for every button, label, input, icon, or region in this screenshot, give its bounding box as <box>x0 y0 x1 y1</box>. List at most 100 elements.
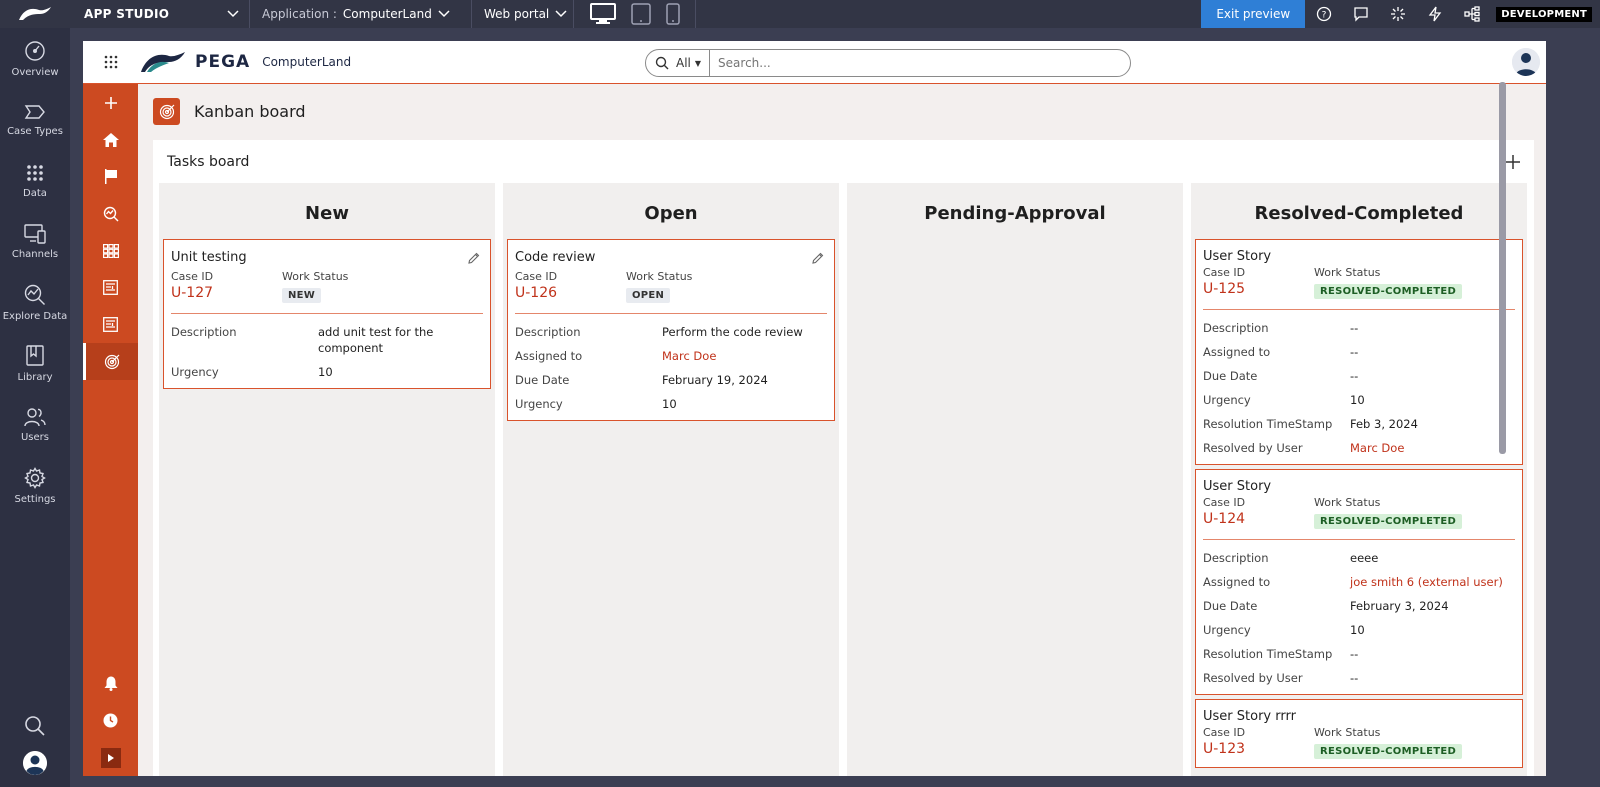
page-scrollbar[interactable] <box>1499 82 1506 454</box>
search-scope-dropdown[interactable]: All ▼ <box>672 49 711 77</box>
column-new: New Unit testing Case ID U-127 Work Stat… <box>159 183 495 776</box>
pencil-icon[interactable] <box>812 249 824 268</box>
case-id-link[interactable]: U-127 <box>171 285 282 301</box>
studio-switcher[interactable]: APP STUDIO <box>70 0 250 28</box>
tablet-icon[interactable] <box>630 3 651 25</box>
rail-expand-toggle[interactable] <box>83 739 138 776</box>
nav-item-explore-data[interactable]: Explore Data <box>0 272 70 333</box>
gauge-icon <box>25 40 45 61</box>
application-label: Application : <box>262 7 337 21</box>
nav-item-users[interactable]: Users <box>0 394 70 455</box>
report-icon <box>103 317 118 332</box>
nav-item-overview[interactable]: Overview <box>0 28 70 89</box>
field-label: Urgency <box>515 397 563 411</box>
task-card[interactable]: Code review Case ID U-126 Work Status OP… <box>507 239 835 421</box>
column-resolved-completed: Resolved-Completed User Story Case ID U-… <box>1191 183 1527 776</box>
search-scope-value: All <box>676 56 691 70</box>
lightning-icon[interactable] <box>1416 6 1453 22</box>
search-input[interactable] <box>710 56 1091 70</box>
app-switcher-icon[interactable] <box>83 55 139 69</box>
field-value: 10 <box>1350 623 1365 637</box>
chevron-down-icon <box>438 10 450 18</box>
brand-name: PEGA <box>195 52 251 72</box>
rail-item-home[interactable] <box>83 121 138 158</box>
nav-label: Channels <box>11 248 59 260</box>
column-title: New <box>305 202 349 224</box>
nav-item-case-types[interactable]: Case Types <box>0 89 70 150</box>
page-heading: Kanban board <box>153 98 306 125</box>
field-value: -- <box>1350 321 1359 335</box>
field-value: Feb 3, 2024 <box>1350 417 1418 431</box>
environment-badge: DEVELOPMENT <box>1496 6 1592 22</box>
field-label: Assigned to <box>1203 345 1271 359</box>
add-task-button[interactable] <box>1506 154 1520 169</box>
case-type-icon <box>24 104 45 119</box>
bell-icon <box>104 676 117 691</box>
case-id-link[interactable]: U-123 <box>1203 741 1314 757</box>
desktop-icon[interactable] <box>589 3 616 25</box>
nav-item-settings[interactable]: Settings <box>0 455 70 516</box>
studio-title: APP STUDIO <box>84 7 170 21</box>
field-label: Due Date <box>1203 599 1258 613</box>
comments-icon[interactable] <box>1342 6 1379 22</box>
task-card[interactable]: Unit testing Case ID U-127 Work Status N… <box>163 239 491 389</box>
case-id-link[interactable]: U-125 <box>1203 281 1314 297</box>
field-value: Perform the code review <box>662 325 803 339</box>
rail-item-kanban[interactable] <box>83 343 138 380</box>
application-selector[interactable]: Application : ComputerLand <box>250 0 472 28</box>
field-label: Resolution TimeStamp <box>1203 417 1333 431</box>
field-value: add unit test for the component <box>318 325 434 355</box>
field-label: Description <box>171 325 237 339</box>
nav-item-library[interactable]: Library <box>0 333 70 394</box>
nav-label: Library <box>17 371 53 383</box>
pega-logo[interactable] <box>0 0 70 28</box>
library-icon <box>26 344 44 366</box>
rail-item-report-1[interactable] <box>83 269 138 306</box>
case-id-label: Case ID <box>515 270 558 283</box>
work-status-label: Work Status <box>282 270 349 283</box>
rail-item-apps[interactable] <box>83 232 138 269</box>
portal-user-avatar[interactable] <box>1512 48 1540 76</box>
task-card[interactable]: User Story Case ID U-125 Work Status RES… <box>1195 239 1523 465</box>
phone-icon[interactable] <box>665 3 680 25</box>
rail-item-recent[interactable] <box>83 702 138 739</box>
pencil-icon[interactable] <box>468 249 480 268</box>
chevron-down-icon <box>555 10 567 18</box>
portal-nav-rail <box>83 84 138 776</box>
task-card[interactable]: User Story rrrr Case ID U-123 Work Statu… <box>1195 699 1523 768</box>
plus-icon <box>104 96 117 109</box>
field-label: Description <box>515 325 581 339</box>
studio-user-avatar[interactable] <box>23 751 47 775</box>
card-title: User Story <box>1203 479 1272 494</box>
case-id-label: Case ID <box>1203 266 1246 279</box>
rail-item-explore[interactable] <box>83 195 138 232</box>
kanban-target-icon <box>104 354 120 369</box>
status-badge: NEW <box>282 288 322 303</box>
portal-selector[interactable]: Web portal <box>472 0 574 28</box>
task-card[interactable]: User Story Case ID U-124 Work Status RES… <box>1195 469 1523 695</box>
nav-item-channels[interactable]: Channels <box>0 211 70 272</box>
assignee-link[interactable]: Marc Doe <box>662 348 716 364</box>
loading-spinner-icon[interactable] <box>1379 6 1416 22</box>
hierarchy-icon[interactable] <box>1453 6 1490 22</box>
rail-item-worklist[interactable] <box>83 158 138 195</box>
nav-label: Settings <box>14 493 56 505</box>
search-icon[interactable] <box>646 56 672 70</box>
case-id-link[interactable]: U-124 <box>1203 511 1314 527</box>
status-badge: RESOLVED-COMPLETED <box>1314 284 1463 299</box>
device-preview-toggle <box>574 0 696 28</box>
rail-item-create[interactable] <box>83 84 138 121</box>
assignee-link[interactable]: joe smith 6 (external user) <box>1350 574 1503 590</box>
nav-item-data[interactable]: Data <box>0 150 70 211</box>
case-id-link[interactable]: U-126 <box>515 285 626 301</box>
gear-icon <box>24 466 46 489</box>
rail-item-report-2[interactable] <box>83 306 138 343</box>
resolver-link[interactable]: Marc Doe <box>1350 440 1404 456</box>
help-icon[interactable]: ? <box>1305 6 1342 22</box>
rail-item-notifications[interactable] <box>83 665 138 702</box>
exit-preview-button[interactable]: Exit preview <box>1201 0 1306 28</box>
search-icon[interactable] <box>24 715 46 737</box>
field-label: Description <box>1203 551 1269 565</box>
nav-label: Users <box>20 431 49 443</box>
portal-brand[interactable]: PEGA ComputerLand <box>139 50 351 74</box>
